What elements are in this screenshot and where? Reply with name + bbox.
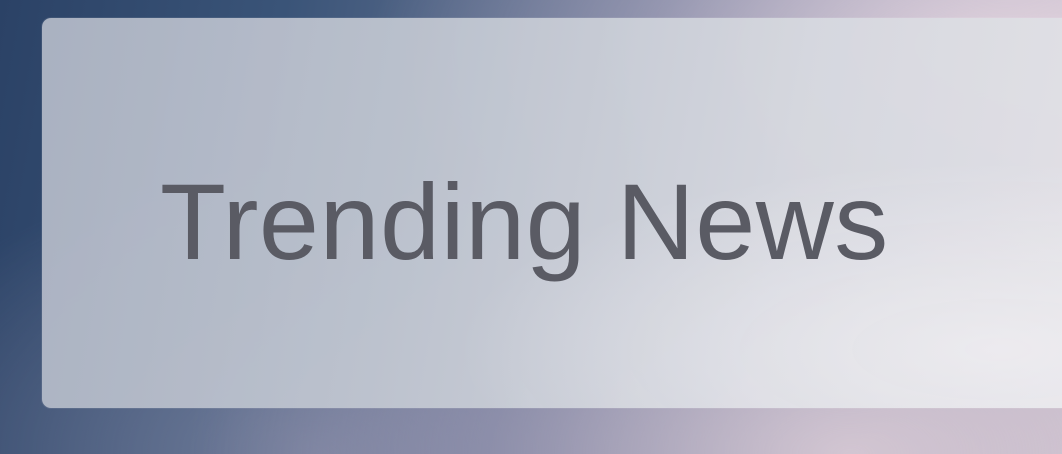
card-title: Trending News <box>160 161 889 282</box>
trending-news-card[interactable]: Trending News <box>42 18 1062 408</box>
